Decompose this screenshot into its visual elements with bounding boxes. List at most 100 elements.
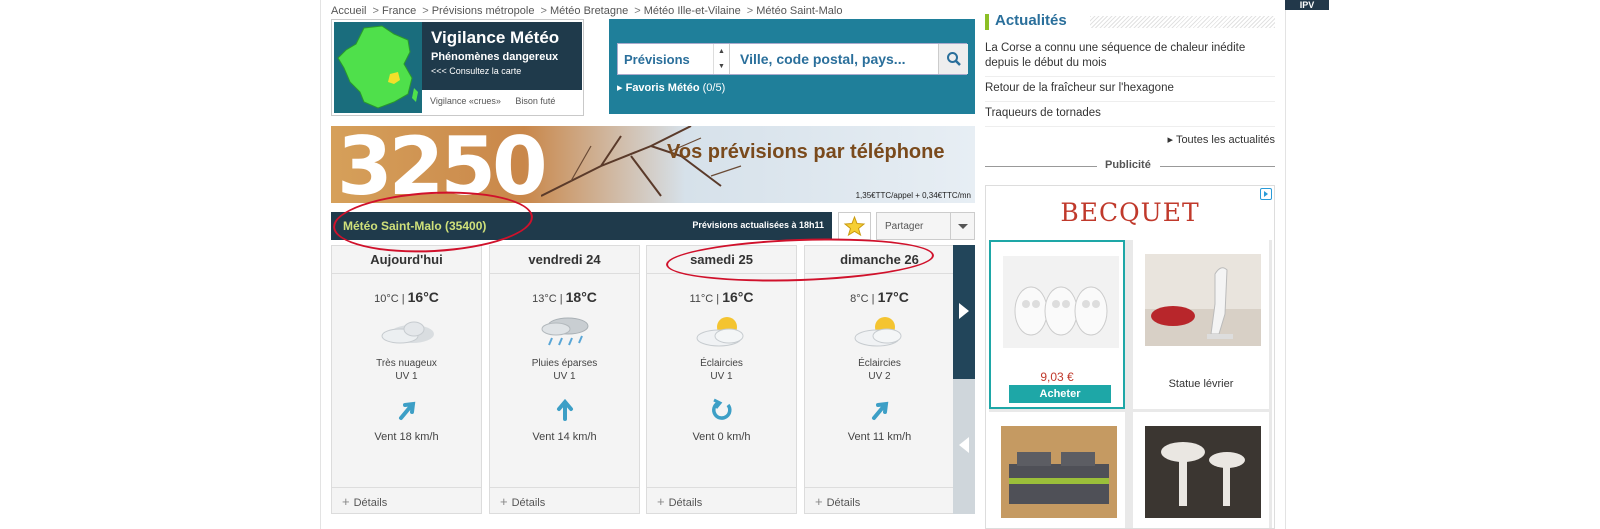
day-temperatures: 8°C | 17°C [850,289,909,305]
weather-description: Éclaircies [858,358,901,369]
vigilance-map-link[interactable]: <<< Consultez la carte [431,66,573,76]
breadcrumb-separator: > [372,5,379,17]
greyhound-statue-image [1145,254,1261,346]
details-link[interactable]: + Détails [332,487,481,513]
breadcrumb-meteo-bretagne[interactable]: Météo Bretagne [550,5,628,17]
details-link[interactable]: + Détails [647,487,796,513]
details-link[interactable]: + Détails [490,487,639,513]
actualites-item[interactable]: Traqueurs de tornades [985,105,1275,127]
becquet-ad[interactable]: BECQUET 9,03 € Acheter Statue lévrier [985,185,1275,529]
ad-product-lamps[interactable] [1133,412,1269,528]
share-label: Partager [885,221,924,232]
spinner-down-icon[interactable]: ▼ [714,59,729,74]
details-link[interactable]: + Détails [805,487,954,513]
details-label: Détails [826,497,861,509]
partly-sunny-icon [847,314,913,350]
breadcrumb-separator: > [422,5,429,17]
vigilance-subtitle: Phénomènes dangereux [431,51,559,63]
bison-fute-link[interactable]: Bison futé [515,96,555,106]
temp-min: 8°C [850,293,869,305]
details-label: Détails [353,497,388,509]
uv-index: UV 2 [868,371,891,382]
breadcrumb-previsions-metropole[interactable]: Prévisions métropole [432,5,535,17]
all-news-label: Toutes les actualités [1175,134,1275,146]
arrow-right-icon: ▸ [1167,134,1176,146]
details-label: Détails [668,497,703,509]
breadcrumb-separator: > [540,5,547,17]
temp-min: 10°C [374,293,399,305]
owl-figurines-image [1003,256,1119,348]
vigilance-crues-link[interactable]: Vigilance «crues» [430,96,501,106]
divider-line [985,166,1097,167]
ad-product-name: Statue lévrier [1168,378,1234,390]
favoris-label: Favoris Météo [625,82,700,94]
wind-variable-icon [709,398,735,422]
breadcrumb-meteo-ille-et-vilaine[interactable]: Météo Ille-et-Vilaine [644,5,741,17]
day-temperatures: 10°C | 16°C [374,289,439,305]
temp-max: 17°C [877,289,909,305]
weather-description: Très nuageux [376,358,437,369]
previous-days-button[interactable] [953,379,975,514]
becquet-logo: BECQUET [1060,198,1200,227]
breadcrumb-separator: > [634,5,641,17]
rain-showers-icon [532,314,598,350]
temp-max: 18°C [565,289,597,305]
day-card-samedi[interactable]: samedi 25 11°C | 16°C Éclaircies UV 1 Ve… [646,245,797,514]
actualites-list: La Corse a connu une séquence de chaleur… [985,40,1275,130]
temp-min: 11°C [689,293,714,305]
day-name: vendredi 24 [490,246,639,274]
actualites-title: Actualités [995,12,1067,29]
breadcrumb-france[interactable]: France [382,5,416,17]
banner-headline: Vos prévisions par téléphone [667,141,945,163]
weather-description: Éclaircies [700,358,743,369]
breadcrumb: Accueil > France > Prévisions métropole > M… [331,5,842,17]
day-temperatures: 11°C | 16°C [689,289,754,305]
day-card-dimanche[interactable]: dimanche 26 8°C | 17°C Éclaircies UV 2 V… [804,245,955,514]
breadcrumb-separator: > [746,5,754,17]
ad-product-statue[interactable]: Statue lévrier [1133,240,1269,409]
breadcrumb-accueil[interactable]: Accueil [331,5,366,17]
search-type-spinner[interactable]: ▲ ▼ [713,44,729,74]
search-button[interactable] [938,44,968,74]
wind-speed: Vent 11 km/h [847,431,912,443]
breadcrumb-meteo-saint-malo[interactable]: Météo Saint-Malo [756,5,842,17]
advertising-divider: Publicité [985,159,1275,173]
vigilance-footer: Vigilance «crues» Bison futé [430,96,567,106]
wind-arrow-northeast-icon [867,398,893,422]
wind-arrow-north-icon [552,398,578,422]
search-icon [947,52,961,66]
day-temperatures: 13°C | 18°C [532,289,597,305]
temp-min: 13°C [532,293,557,305]
wind-speed: Vent 0 km/h [692,431,751,443]
favoris-arrow-icon: ▸ [617,82,623,94]
day-card-today[interactable]: Aujourd'hui 10°C | 16°C Très nuageux UV … [331,245,482,514]
partly-sunny-icon [689,314,755,350]
buy-button[interactable]: Acheter [1009,385,1111,403]
all-news-link[interactable]: ▸ Toutes les actualités [1168,133,1275,146]
uv-index: UV 1 [395,371,418,382]
next-days-button[interactable] [953,245,975,379]
favorite-star-button[interactable] [838,212,871,240]
vigilance-panel: Vigilance Météo Phénomènes dangereux <<<… [422,22,582,90]
top-corner-badge[interactable]: IPV [1285,0,1329,10]
update-time: Prévisions actualisées à 18h11 [692,220,824,230]
ad-product-owls[interactable]: 9,03 € Acheter [989,240,1125,409]
france-vigilance-map[interactable] [334,22,422,113]
mushroom-lamps-image [1145,426,1261,518]
day-card-vendredi[interactable]: vendredi 24 13°C | 18°C Pluies éparses U… [489,245,640,514]
share-dropdown-icon[interactable] [950,213,974,239]
actualites-item[interactable]: La Corse a connu une séquence de chaleur… [985,40,1275,77]
ad-product-price: 9,03 € [1040,370,1074,384]
vigilance-box[interactable]: Vigilance Météo Phénomènes dangereux <<<… [331,19,584,116]
weather-description: Pluies éparses [531,358,598,369]
favoris-link[interactable]: ▸ Favoris Météo (0/5) [617,81,725,94]
spinner-up-icon[interactable]: ▲ [714,44,729,59]
star-icon [843,215,866,237]
ad-product-bedding[interactable] [989,412,1125,528]
banner-price: 1,35€TTC/appel + 0,34€TTC/mn [855,191,971,200]
search-input[interactable] [736,44,936,74]
uv-index: UV 1 [553,371,576,382]
share-button[interactable]: Partager [876,212,975,240]
actualites-header: Actualités [985,12,1275,32]
actualites-item[interactable]: Retour de la fraîcheur sur l'hexagone [985,80,1275,102]
